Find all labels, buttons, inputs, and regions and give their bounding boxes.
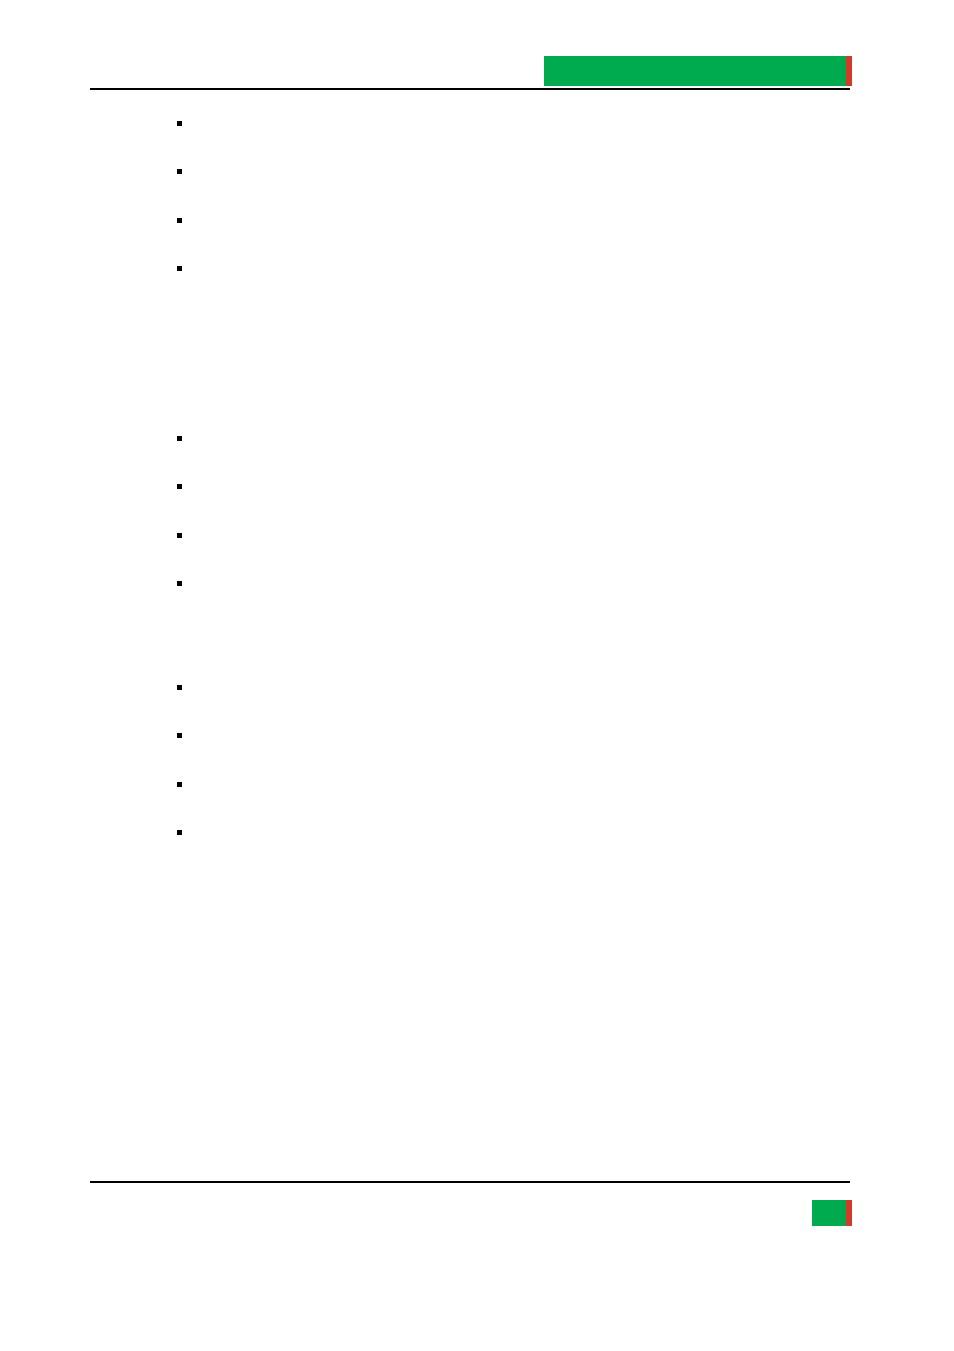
footer-rule — [90, 1181, 850, 1183]
header-title-edge — [846, 56, 852, 86]
content-area: placeholder line text placeholder line t… — [165, 115, 845, 872]
page: placeholder line text placeholder line t… — [0, 0, 954, 1351]
header-rule — [90, 88, 850, 90]
list-item: placeholder line text — [165, 824, 845, 844]
list-item: placeholder line text — [165, 727, 845, 747]
bullet-group-2: placeholder line text placeholder line t… — [165, 430, 845, 595]
list-item: placeholder line text — [165, 430, 845, 450]
list-item: placeholder line text — [165, 212, 845, 232]
list-item: placeholder line text that is a bit long… — [165, 478, 845, 498]
list-item: placeholder line text — [165, 527, 845, 547]
list-item: placeholder line text — [165, 115, 845, 135]
header-title-block — [544, 56, 846, 86]
list-item: placeholder line text — [165, 260, 845, 280]
list-item: placeholder line text that is a bit long… — [165, 776, 845, 796]
bullet-group-1: placeholder line text placeholder line t… — [165, 115, 845, 280]
list-item: placeholder line text that is a bit long… — [165, 163, 845, 183]
footer-page-edge — [846, 1200, 852, 1226]
section-gap — [165, 308, 845, 430]
list-item: placeholder line text — [165, 575, 845, 595]
list-item: placeholder line text — [165, 679, 845, 699]
section-gap — [165, 623, 845, 679]
footer-page-block — [812, 1200, 846, 1226]
bullet-group-3: placeholder line text placeholder line t… — [165, 679, 845, 844]
